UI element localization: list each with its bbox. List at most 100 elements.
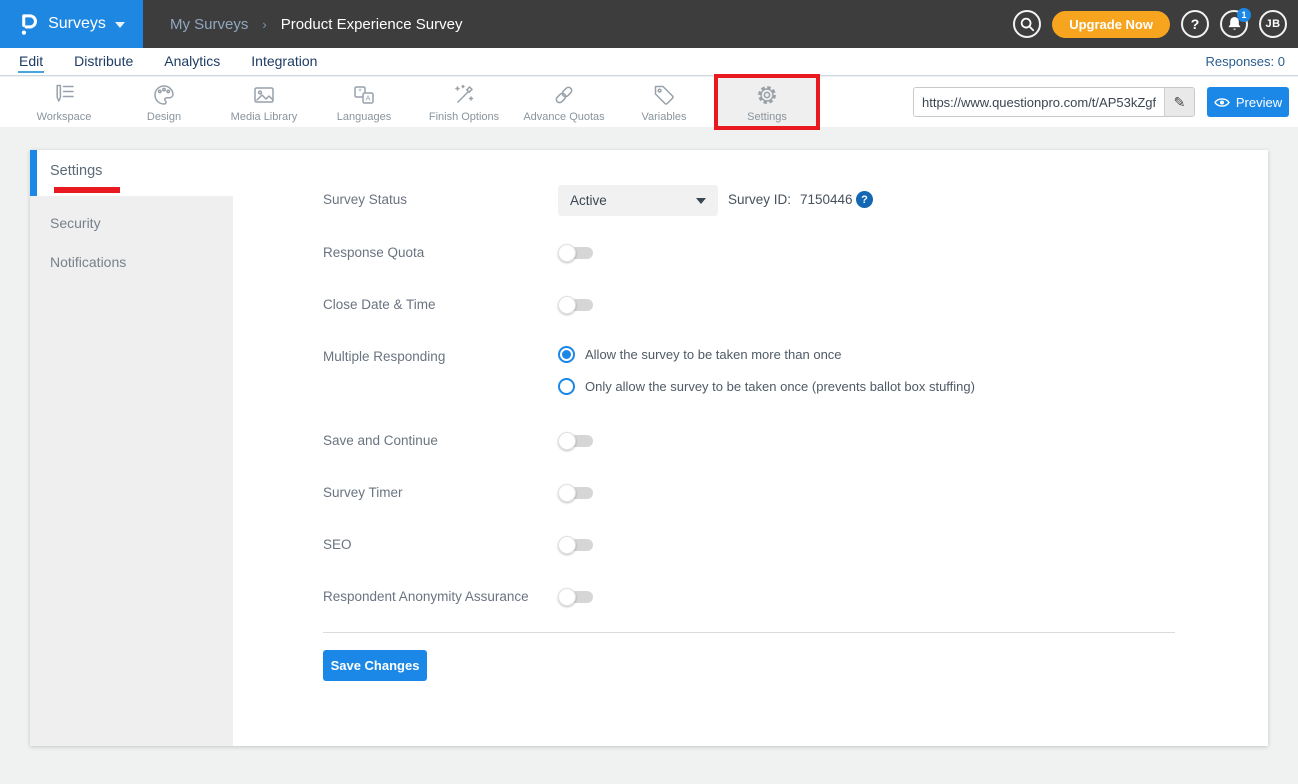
edit-toolbar: Workspace Design Media Library	[0, 77, 1298, 127]
save-continue-toggle[interactable]	[558, 432, 593, 450]
gear-icon	[754, 82, 780, 108]
survey-url-field: ✎	[913, 87, 1195, 117]
survey-id-label: Survey ID:	[728, 192, 791, 207]
svg-text:A: A	[365, 93, 370, 102]
save-changes-button[interactable]: Save Changes	[323, 650, 427, 681]
breadcrumb-separator-icon: ›	[262, 17, 266, 32]
seo-toggle[interactable]	[558, 536, 593, 554]
toggle-knob	[558, 588, 576, 606]
sidebar-item-security[interactable]: Security	[30, 204, 233, 243]
radio-only-once-label: Only allow the survey to be taken once (…	[585, 379, 975, 394]
chevron-down-icon	[696, 198, 706, 204]
search-icon	[1019, 16, 1035, 32]
toolbar-item-media-library[interactable]: Media Library	[214, 77, 314, 127]
workspace-icon	[51, 82, 77, 108]
question-mark-icon: ?	[1191, 16, 1200, 32]
chain-link-icon	[551, 82, 577, 108]
toggle-knob	[558, 296, 576, 314]
anonymity-label: Respondent Anonymity Assurance	[323, 589, 529, 604]
product-menu-label: Surveys	[48, 15, 106, 33]
breadcrumb: My Surveys › Product Experience Survey	[170, 16, 462, 33]
toolbar-label-advance-quotas: Advance Quotas	[523, 111, 604, 123]
toolbar-label-variables: Variables	[641, 111, 686, 123]
settings-panel: Settings Security Notifications Survey S…	[30, 150, 1268, 746]
radio-only-once[interactable]: Only allow the survey to be taken once (…	[558, 378, 975, 395]
upgrade-now-button[interactable]: Upgrade Now	[1052, 11, 1170, 38]
toolbar-item-advance-quotas[interactable]: Advance Quotas	[514, 77, 614, 127]
response-quota-label: Response Quota	[323, 245, 424, 260]
sidebar-spacer	[30, 196, 233, 204]
responses-count: Responses: 0	[1206, 54, 1298, 69]
avatar-initials: JB	[1265, 18, 1280, 30]
tab-distribute[interactable]: Distribute	[73, 50, 134, 73]
sidebar-item-settings[interactable]: Settings	[30, 150, 233, 196]
tag-icon	[651, 82, 677, 108]
preview-button[interactable]: Preview	[1207, 87, 1289, 117]
survey-status-value: Active	[570, 193, 607, 208]
survey-timer-label: Survey Timer	[323, 485, 403, 500]
radio-allow-multiple-label: Allow the survey to be taken more than o…	[585, 347, 842, 362]
edit-url-button[interactable]: ✎	[1164, 88, 1194, 116]
toolbar-item-design[interactable]: Design	[114, 77, 214, 127]
tab-analytics[interactable]: Analytics	[163, 50, 221, 73]
radio-allow-multiple[interactable]: Allow the survey to be taken more than o…	[558, 346, 842, 363]
toolbar-item-workspace[interactable]: Workspace	[14, 77, 114, 127]
toolbar-label-languages: Languages	[337, 111, 391, 123]
product-switcher[interactable]: Surveys	[0, 0, 143, 48]
sidebar-item-notifications[interactable]: Notifications	[30, 243, 233, 282]
close-date-toggle[interactable]	[558, 296, 593, 314]
notification-badge: 1	[1237, 8, 1251, 22]
breadcrumb-current: Product Experience Survey	[281, 16, 463, 33]
breadcrumb-parent[interactable]: My Surveys	[170, 16, 248, 33]
tab-edit[interactable]: Edit	[18, 50, 44, 73]
toolbar-item-languages[interactable]: * A Languages	[314, 77, 414, 127]
header-actions: Upgrade Now ? 1 JB	[1013, 10, 1298, 38]
eye-icon	[1214, 97, 1230, 108]
toolbar-item-settings[interactable]: Settings	[714, 74, 820, 130]
radio-dot	[562, 350, 571, 359]
toolbar-item-variables[interactable]: Variables	[614, 77, 714, 127]
image-icon	[251, 82, 277, 108]
survey-nav-tabs: Edit Distribute Analytics Integration Re…	[0, 48, 1298, 76]
notifications-button[interactable]: 1	[1220, 10, 1248, 38]
survey-status-select[interactable]: Active	[558, 185, 718, 216]
help-button[interactable]: ?	[1181, 10, 1209, 38]
survey-url-input[interactable]	[914, 88, 1164, 116]
survey-id-value: 7150446	[800, 192, 853, 207]
survey-status-label: Survey Status	[323, 192, 407, 207]
settings-sidebar: Security Notifications	[30, 196, 233, 746]
toggle-knob	[558, 432, 576, 450]
survey-timer-toggle[interactable]	[558, 484, 593, 502]
toggle-knob	[558, 536, 576, 554]
chevron-down-icon	[115, 22, 125, 28]
form-divider	[323, 632, 1175, 633]
toggle-knob	[558, 244, 576, 262]
svg-text:*: *	[358, 87, 361, 96]
tab-integration[interactable]: Integration	[250, 50, 318, 73]
questionpro-logo-icon	[18, 11, 39, 37]
sidebar-item-label: Settings	[37, 150, 233, 192]
multiple-responding-label: Multiple Responding	[323, 349, 445, 364]
toolbar-label-media-library: Media Library	[231, 111, 298, 123]
toolbar-label-workspace: Workspace	[37, 111, 92, 123]
save-continue-label: Save and Continue	[323, 433, 438, 448]
survey-id-help-icon[interactable]: ?	[856, 191, 873, 208]
annotation-underline-settings	[54, 187, 120, 193]
toggle-knob	[558, 484, 576, 502]
search-button[interactable]	[1013, 10, 1041, 38]
close-date-label: Close Date & Time	[323, 297, 436, 312]
radio-selected-icon	[558, 346, 575, 363]
toolbar-item-finish-options[interactable]: Finish Options	[414, 77, 514, 127]
toolbar-label-finish-options: Finish Options	[429, 111, 499, 123]
toolbar-label-design: Design	[147, 111, 181, 123]
user-avatar[interactable]: JB	[1259, 10, 1287, 38]
response-quota-toggle[interactable]	[558, 244, 593, 262]
radio-unselected-icon	[558, 378, 575, 395]
palette-icon	[151, 82, 177, 108]
top-header: Surveys My Surveys › Product Experience …	[0, 0, 1298, 48]
toolbar-label-settings: Settings	[747, 111, 787, 123]
anonymity-toggle[interactable]	[558, 588, 593, 606]
preview-label: Preview	[1236, 95, 1282, 110]
pencil-icon: ✎	[1174, 94, 1186, 111]
seo-label: SEO	[323, 537, 352, 552]
